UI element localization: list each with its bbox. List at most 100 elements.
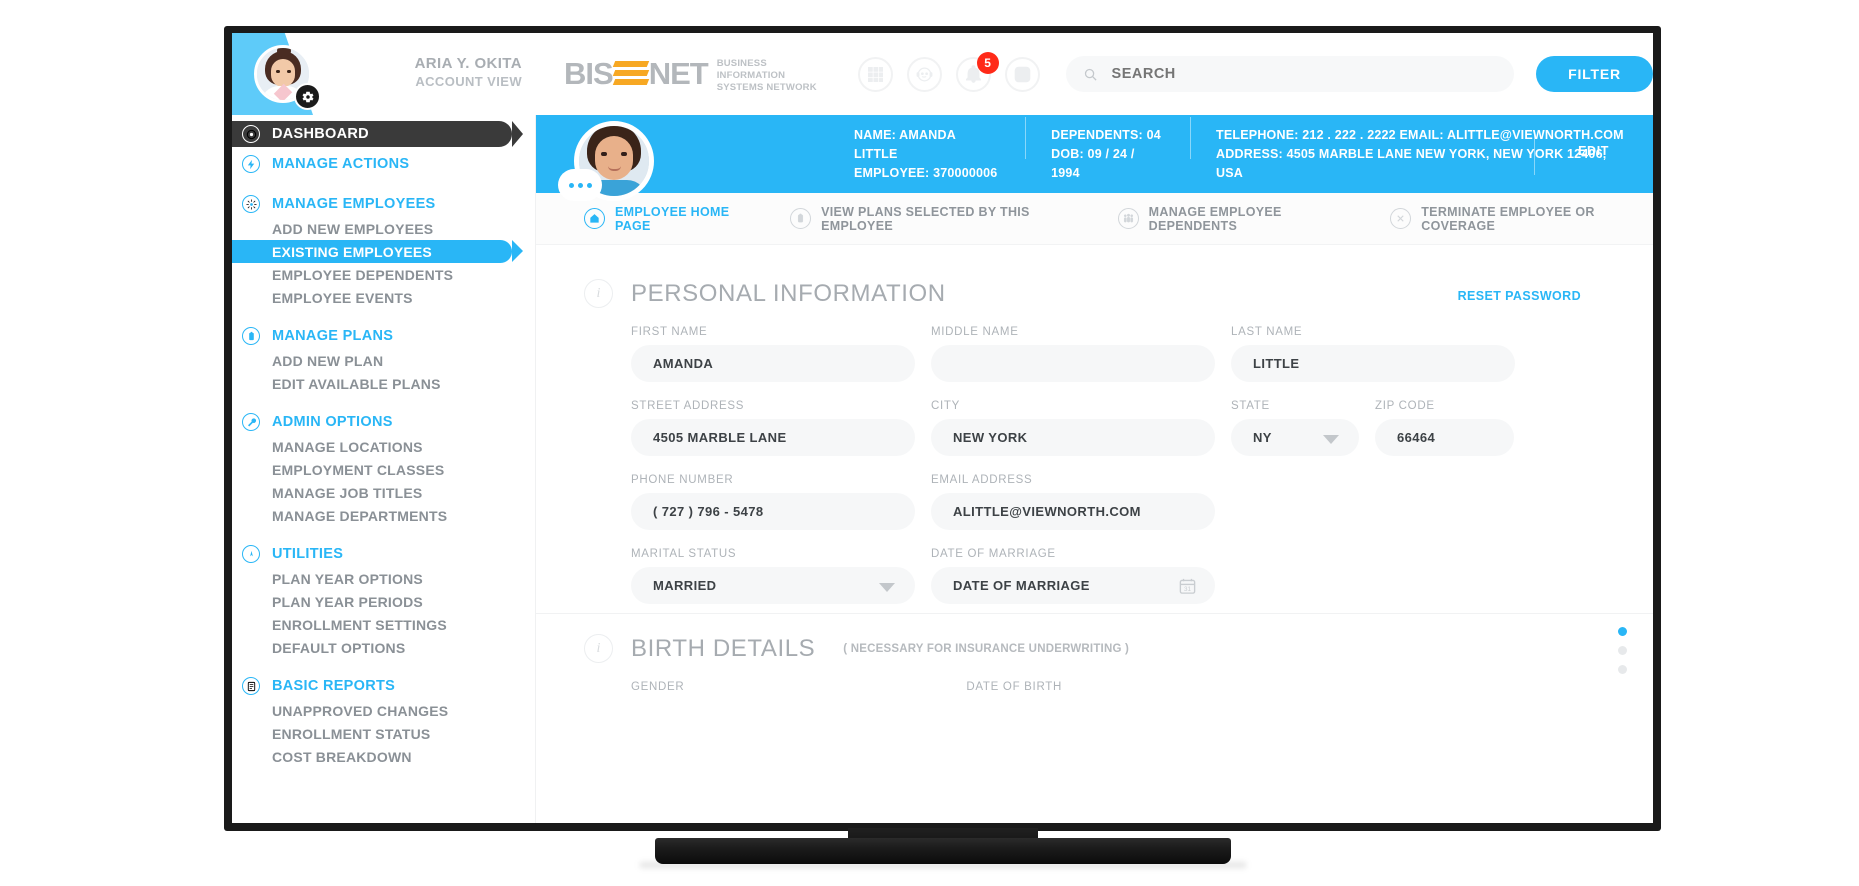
notifications-bell-icon[interactable]: 5 bbox=[955, 51, 999, 92]
sidebar-item-manage-actions[interactable]: MANAGE ACTIONS bbox=[232, 151, 535, 177]
sidebar-subitem-add-new-plan[interactable]: ADD NEW PLAN bbox=[232, 349, 535, 372]
apps-grid-icon[interactable] bbox=[857, 56, 893, 92]
sidebar-item-manage-employees[interactable]: MANAGE EMPLOYEES bbox=[232, 191, 535, 217]
page-title: PERSONAL INFORMATION bbox=[631, 279, 946, 307]
edit-button[interactable]: EDIT bbox=[1578, 144, 1609, 158]
app-logo[interactable]: BIS NET BUSINESS INFORMATION SYSTEMS NET… bbox=[564, 55, 834, 94]
tab-manage-dependents[interactable]: MANAGE EMPLOYEE DEPENDENTS bbox=[1117, 205, 1357, 233]
middle-name-field: MIDDLE NAME bbox=[931, 326, 1215, 382]
sidebar-subitem-enrollment-status[interactable]: ENROLLMENT STATUS bbox=[232, 722, 535, 745]
nav-group-manage-plans: MANAGE PLANS ADD NEW PLAN EDIT AVAILABLE… bbox=[232, 323, 535, 395]
sidebar-subitem-employee-events[interactable]: EMPLOYEE EVENTS bbox=[232, 286, 535, 309]
calendar-icon[interactable]: 31 bbox=[1178, 576, 1197, 596]
logo-tagline-line2: SYSTEMS NETWORK bbox=[716, 81, 817, 93]
form-row-marital: MARITAL STATUS DATE OF MARRIAGE bbox=[584, 548, 1653, 604]
logout-icon[interactable] bbox=[1004, 56, 1040, 92]
logo-tagline-line1: BUSINESS INFORMATION bbox=[716, 57, 786, 81]
chat-dots-icon[interactable] bbox=[558, 169, 602, 201]
monitor-shadow bbox=[640, 862, 1246, 868]
last-name-field: LAST NAME bbox=[1231, 326, 1515, 382]
search-input[interactable] bbox=[1111, 66, 1492, 82]
field-label: LAST NAME bbox=[1231, 326, 1303, 338]
nav-group-utilities: UTILITIES PLAN YEAR OPTIONS PLAN YEAR PE… bbox=[232, 541, 535, 659]
date-of-marriage-field: DATE OF MARRIAGE 31 bbox=[931, 548, 1215, 604]
phone-number-input[interactable] bbox=[631, 493, 915, 530]
avatar[interactable] bbox=[254, 45, 321, 110]
logo-text-right: NET bbox=[648, 56, 709, 91]
tab-employee-home-page[interactable]: EMPLOYEE HOME PAGE bbox=[584, 205, 756, 233]
people-icon bbox=[242, 195, 260, 213]
field-label: EMAIL ADDRESS bbox=[931, 474, 1033, 486]
field-label: CITY bbox=[931, 400, 960, 412]
middle-name-input[interactable] bbox=[931, 345, 1215, 382]
employee-dependents: DEPENDENTS: 04 bbox=[1051, 127, 1161, 142]
sidebar-item-label: ADMIN OPTIONS bbox=[272, 414, 393, 430]
marital-status-select[interactable] bbox=[631, 567, 915, 604]
filter-button[interactable]: FILTER bbox=[1536, 56, 1653, 92]
sidebar-subitem-add-new-employees[interactable]: ADD NEW EMPLOYEES bbox=[232, 217, 535, 240]
zip-code-input[interactable] bbox=[1375, 419, 1514, 456]
sidebar-subitem-default-options[interactable]: DEFAULT OPTIONS bbox=[232, 636, 535, 659]
nav-group-manage-actions: MANAGE ACTIONS bbox=[232, 151, 535, 177]
report-icon bbox=[242, 677, 260, 695]
sidebar-subitem-manage-job-titles[interactable]: MANAGE JOB TITLES bbox=[232, 481, 535, 504]
support-agent-icon[interactable] bbox=[906, 56, 942, 92]
email-address-input[interactable] bbox=[931, 493, 1215, 530]
tab-label: EMPLOYEE HOME PAGE bbox=[615, 204, 730, 233]
sidebar-subitem-enrollment-settings[interactable]: ENROLLMENT SETTINGS bbox=[232, 613, 535, 636]
search-bar[interactable] bbox=[1065, 56, 1515, 92]
logo-text-left: BIS bbox=[564, 56, 614, 91]
tab-terminate-employee[interactable]: TERMINATE EMPLOYEE OR COVERAGE bbox=[1390, 205, 1653, 233]
sidebar-item-utilities[interactable]: UTILITIES bbox=[232, 541, 535, 567]
sidebar-subitem-manage-departments[interactable]: MANAGE DEPARTMENTS bbox=[232, 504, 535, 527]
header-icon-bar: 5 bbox=[857, 51, 1040, 92]
nav-group-dashboard: DASHBOARD bbox=[232, 121, 535, 147]
sidebar-subitem-unapproved-changes[interactable]: UNAPPROVED CHANGES bbox=[232, 699, 535, 722]
top-bar: ARIA Y. OKITA ACCOUNT VIEW BIS NET BUSIN… bbox=[232, 33, 1653, 115]
employee-id: EMPLOYEE: 370000006 bbox=[854, 165, 998, 180]
pagination-dots[interactable] bbox=[1618, 627, 1627, 674]
reset-password-link[interactable]: RESET PASSWORD bbox=[1458, 289, 1581, 303]
sidebar-subitem-plan-year-options[interactable]: PLAN YEAR OPTIONS bbox=[232, 567, 535, 590]
date-of-birth-field: DATE OF BIRTH bbox=[700, 681, 1062, 700]
pagination-dot[interactable] bbox=[1618, 665, 1627, 674]
pagination-dot[interactable] bbox=[1618, 646, 1627, 655]
city-input[interactable] bbox=[931, 419, 1215, 456]
form-row-names: FIRST NAME MIDDLE NAME LAST NAME bbox=[584, 326, 1653, 382]
zip-code-field: ZIP CODE bbox=[1375, 400, 1514, 456]
date-of-marriage-input[interactable] bbox=[931, 567, 1215, 604]
tab-view-plans[interactable]: VIEW PLANS SELECTED BY THIS EMPLOYEE bbox=[790, 205, 1084, 233]
sidebar-subitem-edit-available-plans[interactable]: EDIT AVAILABLE PLANS bbox=[232, 372, 535, 395]
marital-status-field: MARITAL STATUS bbox=[631, 548, 915, 604]
sidebar-item-manage-plans[interactable]: MANAGE PLANS bbox=[232, 323, 535, 349]
field-label: FIRST NAME bbox=[631, 326, 708, 338]
gear-icon[interactable] bbox=[294, 83, 321, 110]
tab-label: VIEW PLANS SELECTED BY THIS EMPLOYEE bbox=[821, 204, 1030, 233]
city-field: CITY bbox=[931, 400, 1215, 456]
sidebar-item-admin-options[interactable]: ADMIN OPTIONS bbox=[232, 409, 535, 435]
first-name-input[interactable] bbox=[631, 345, 915, 382]
state-field: STATE bbox=[1231, 400, 1359, 456]
logo-text: BIS NET bbox=[564, 56, 709, 92]
sidebar-item-dashboard[interactable]: DASHBOARD bbox=[232, 121, 523, 147]
pagination-dot[interactable] bbox=[1618, 627, 1627, 636]
info-icon: i bbox=[584, 634, 613, 663]
account-name: ARIA Y. OKITA bbox=[414, 55, 522, 72]
last-name-input[interactable] bbox=[1231, 345, 1515, 382]
sidebar-subitem-cost-breakdown[interactable]: COST BREAKDOWN bbox=[232, 745, 535, 768]
sidebar-subitem-manage-locations[interactable]: MANAGE LOCATIONS bbox=[232, 435, 535, 458]
main-content: NAME: AMANDA LITTLE EMPLOYEE: 370000006 … bbox=[536, 115, 1653, 823]
sidebar-subitem-plan-year-periods[interactable]: PLAN YEAR PERIODS bbox=[232, 590, 535, 613]
sidebar-subitem-employment-classes[interactable]: EMPLOYMENT CLASSES bbox=[232, 458, 535, 481]
state-select[interactable] bbox=[1231, 419, 1359, 456]
marital-status-select-wrap bbox=[631, 567, 915, 604]
sidebar-subitem-existing-employees[interactable]: EXISTING EMPLOYEES bbox=[232, 240, 523, 263]
field-label: STREET ADDRESS bbox=[631, 400, 745, 412]
monitor-frame: ARIA Y. OKITA ACCOUNT VIEW BIS NET BUSIN… bbox=[224, 26, 1661, 831]
sidebar-item-basic-reports[interactable]: BASIC REPORTS bbox=[232, 673, 535, 699]
form-row-address: STREET ADDRESS CITY STATE bbox=[584, 400, 1653, 456]
nav-group-admin-options: ADMIN OPTIONS MANAGE LOCATIONS EMPLOYMEN… bbox=[232, 409, 535, 527]
sidebar-subitem-employee-dependents[interactable]: EMPLOYEE DEPENDENTS bbox=[232, 263, 535, 286]
street-address-input[interactable] bbox=[631, 419, 915, 456]
employee-identity-column: NAME: AMANDA LITTLE EMPLOYEE: 370000006 bbox=[828, 126, 1025, 183]
